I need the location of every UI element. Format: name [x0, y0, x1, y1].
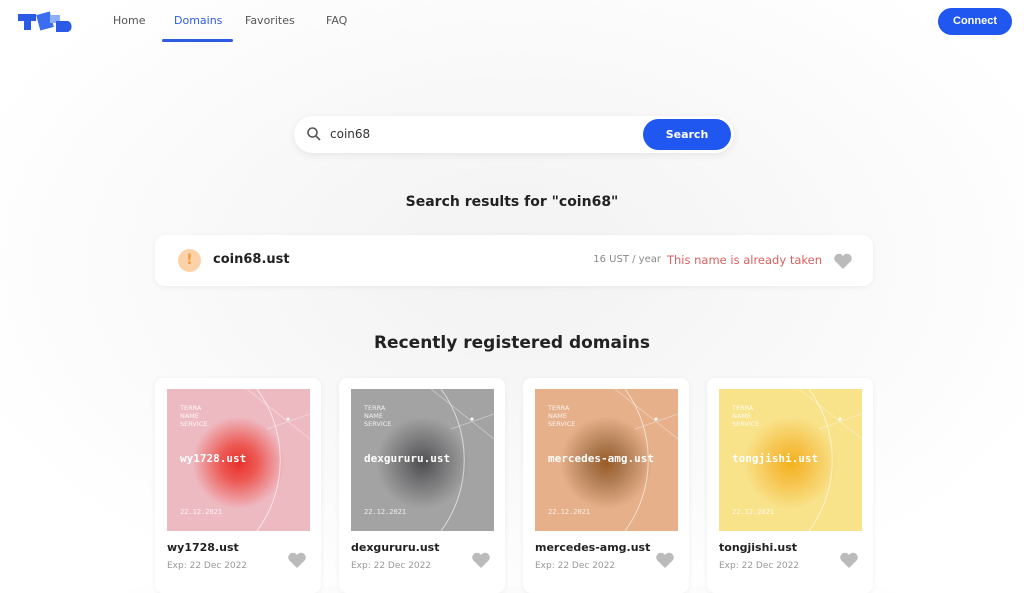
art-date: 22.12.2021 [180, 508, 223, 516]
art-date: 22.12.2021 [548, 508, 591, 516]
domain-card[interactable]: TERRA NAME SERVICE tongjishi.ust 22.12.202… [707, 378, 873, 593]
heart-icon[interactable] [833, 252, 853, 270]
result-status: This name is already taken [666, 253, 822, 267]
search-result-row[interactable]: ! coin68.ust 16 UST / year This name is … [155, 235, 873, 286]
domain-art: TERRA NAME SERVICE tongjishi.ust 22.12.202… [719, 389, 862, 531]
logo[interactable] [18, 10, 78, 32]
active-tab-indicator [162, 39, 233, 42]
nav-faq[interactable]: FAQ [326, 14, 347, 27]
search-icon [307, 127, 321, 141]
connect-button[interactable]: Connect [938, 8, 1012, 35]
domain-card[interactable]: TERRA NAME SERVICE wy1728.ust 22.12.2021 w… [155, 378, 321, 593]
recent-title: Recently registered domains [373, 333, 651, 353]
domain-art: TERRA NAME SERVICE wy1728.ust 22.12.2021 [167, 389, 310, 531]
nav-favorites[interactable]: Favorites [245, 14, 295, 27]
nav-home[interactable]: Home [113, 14, 145, 27]
result-domain-name: coin68.ust [213, 252, 290, 267]
art-domain-name: tongjishi.ust [732, 452, 819, 465]
art-brand: TERRA NAME SERVICE [364, 404, 392, 428]
heart-icon[interactable] [839, 551, 859, 569]
heart-icon[interactable] [287, 551, 307, 569]
art-brand: TERRA NAME SERVICE [548, 404, 576, 428]
card-domain-name: wy1728.ust [167, 541, 239, 554]
result-price: 16 UST / year [593, 254, 661, 265]
art-domain-name: mercedes-amg.ust [548, 452, 654, 465]
art-brand: TERRA NAME SERVICE [732, 404, 760, 428]
card-domain-name: mercedes-amg.ust [535, 541, 651, 554]
art-brand: TERRA NAME SERVICE [180, 404, 208, 428]
search-button[interactable]: Search [643, 119, 731, 150]
search-bar: coin68 Search [294, 116, 734, 153]
card-expiry: Exp: 22 Dec 2022 [167, 561, 248, 571]
card-expiry: Exp: 22 Dec 2022 [535, 561, 616, 571]
top-nav: Home Domains Favorites FAQ Connect [0, 0, 1024, 42]
card-expiry: Exp: 22 Dec 2022 [719, 561, 800, 571]
art-date: 22.12.2021 [364, 508, 407, 516]
card-domain-name: tongjishi.ust [719, 541, 798, 554]
heart-icon[interactable] [655, 551, 675, 569]
card-expiry: Exp: 22 Dec 2022 [351, 561, 432, 571]
domain-art: TERRA NAME SERVICE dexgururu.ust 22.12.202… [351, 389, 494, 531]
art-date: 22.12.2021 [732, 508, 775, 516]
search-input[interactable]: coin68 [330, 127, 370, 141]
card-domain-name: dexgururu.ust [351, 541, 440, 554]
domain-art: TERRA NAME SERVICE mercedes-amg.ust 22.12.… [535, 389, 678, 531]
art-domain-name: dexgururu.ust [364, 452, 451, 465]
warning-icon: ! [178, 249, 201, 272]
art-domain-name: wy1728.ust [180, 452, 247, 465]
nav-domains[interactable]: Domains [174, 14, 222, 27]
heart-icon[interactable] [471, 551, 491, 569]
domain-card[interactable]: TERRA NAME SERVICE mercedes-amg.ust 22.12.… [523, 378, 689, 593]
domain-card[interactable]: TERRA NAME SERVICE dexgururu.ust 22.12.202… [339, 378, 505, 593]
results-title: Search results for "coin68" [405, 194, 619, 210]
